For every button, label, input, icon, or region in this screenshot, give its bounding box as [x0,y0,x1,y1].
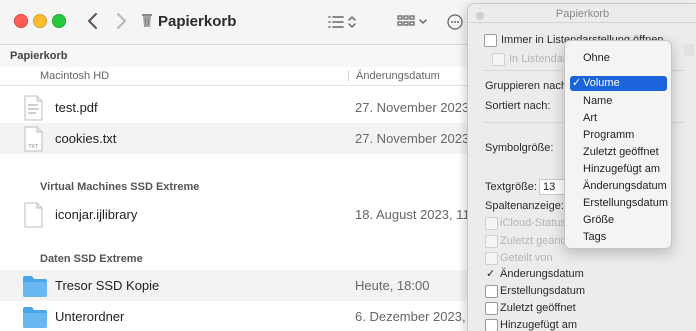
menu-item-programm[interactable]: Programm [583,129,634,141]
created-date-checkbox[interactable] [485,285,498,298]
text-size-label: Textgröße: [485,181,537,193]
close-window-button[interactable] [14,14,28,28]
created-date-label: Erstellungsdatum [500,285,585,297]
checkmark-icon: ✓ [572,77,582,89]
last-modified-label: Zuletzt geände [500,235,573,247]
checkmark-icon[interactable]: ✓ [486,267,495,280]
last-modified-checkbox [485,235,498,248]
menu-item-date-added[interactable]: Hinzugefügt am [583,163,660,175]
file-name: Tresor SSD Kopie [55,278,160,293]
group-by-label: Gruppieren nach: [485,80,570,92]
columns-label: Spaltenanzeige: [485,200,564,212]
menu-item-created-date[interactable]: Erstellungsdatum [583,197,668,209]
back-button[interactable] [82,9,104,33]
sort-by-label: Sortiert nach: [485,100,551,112]
date-added-checkbox[interactable] [485,319,498,331]
group-icon[interactable] [396,10,430,34]
panel-edge [684,44,694,56]
window-title: Papierkorb [158,13,237,30]
icloud-status-label: iCloud-Status [500,217,567,229]
file-date: Heute, 18:00 [355,278,430,293]
document-icon [24,202,43,228]
menu-item-tags[interactable]: Tags [583,231,606,243]
file-date: 18. August 2023, 11:3 [355,207,481,222]
shared-by-checkbox [485,252,498,265]
list-view-icon[interactable] [327,10,363,34]
zoom-window-button[interactable] [52,14,66,28]
menu-item-modified-date[interactable]: Änderungsdatum [583,180,667,192]
file-date: 6. Dezember 2023, 19 [355,309,484,324]
menu-item-ohne[interactable]: Ohne [583,52,610,64]
date-added-label: Hinzugefügt am [500,319,578,331]
file-name: test.pdf [55,100,98,115]
menu-item-last-opened[interactable]: Zuletzt geöffnet [583,146,659,158]
finder-window: Papierkorb Papierkorb Macintosh HD Änder… [0,0,696,331]
folder-icon [23,307,47,328]
column-header-name[interactable]: Macintosh HD [40,70,109,82]
last-opened-checkbox[interactable] [485,302,498,315]
panel-divider [468,22,696,23]
svg-text:TXT: TXT [29,144,38,150]
file-date: 27. November 2023, 1 [355,131,484,146]
browse-list-checkbox [492,53,505,66]
group-by-menu[interactable]: Ohne ✓ Volume Name Art Programm Zuletzt … [564,40,672,249]
forward-button[interactable] [110,9,132,33]
menu-item-volume[interactable]: ✓ Volume [570,76,667,91]
chevron-right-icon [117,13,126,29]
menu-item-label: Volume [583,77,620,89]
always-list-checkbox[interactable] [484,34,497,47]
menu-item-art[interactable]: Art [583,112,597,124]
file-name: Unterordner [55,309,125,324]
panel-title: Papierkorb [555,8,610,20]
pdf-file-icon [24,95,43,121]
group-header: Virtual Machines SSD Extreme [40,181,200,193]
menu-item-size[interactable]: Größe [583,214,614,226]
text-file-icon: TXT [24,126,43,152]
trash-icon [142,14,152,27]
last-opened-label: Zuletzt geöffnet [500,302,576,314]
column-separator [348,70,349,82]
icon-size-label: Symbolgröße: [485,142,554,154]
icloud-status-checkbox [485,217,498,230]
folder-icon [23,276,47,297]
menu-item-name[interactable]: Name [583,95,612,107]
path-label: Papierkorb [10,50,68,62]
file-date: 27. November 2023, 1 [355,100,484,115]
file-name: iconjar.ijlibrary [55,207,138,222]
column-header-date[interactable]: Änderungsdatum [356,70,440,82]
more-icon[interactable] [446,10,464,34]
minimize-window-button[interactable] [33,14,47,28]
shared-by-label: Geteilt von [500,252,553,264]
chevron-left-icon [88,13,97,29]
browse-list-label: In Listendar [509,53,567,65]
file-name: cookies.txt [55,131,117,146]
modified-date-label: Änderungsdatum [500,268,584,280]
group-header: Daten SSD Extreme [40,253,143,265]
